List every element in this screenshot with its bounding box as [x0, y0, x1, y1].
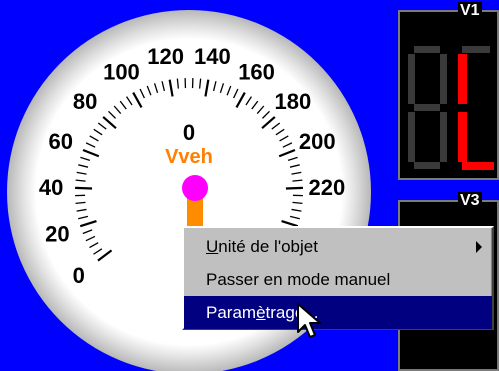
gauge-scale-label: 20 [45, 221, 69, 246]
arrow-pointer-icon [297, 303, 321, 338]
gauge-scale-label: 40 [39, 175, 63, 200]
gauge-major-tick [75, 186, 93, 190]
menu-item-label: Unité de l'objet [206, 237, 318, 256]
gauge-scale-label: 80 [73, 89, 97, 114]
menu-item-manual-mode[interactable]: Passer en mode manuel [184, 263, 492, 296]
display-panel-v1: V1 [398, 2, 499, 180]
gauge-scale-label: 220 [309, 175, 346, 200]
gauge-current-value: 0 [183, 120, 195, 145]
display-panel-title: V3 [458, 192, 482, 210]
gauge-scale-label: 60 [48, 129, 72, 154]
gauge-pivot [182, 175, 208, 201]
gauge-unit-label: Vveh [165, 146, 213, 168]
menu-item-label: Passer en mode manuel [206, 270, 391, 289]
seven-segment-digits [408, 46, 494, 170]
gauge-scale-label: 160 [238, 60, 275, 85]
gauge-scale-label: 140 [194, 44, 231, 69]
context-menu: Unité de l'objet Passer en mode manuel P… [182, 226, 494, 330]
menu-item-settings[interactable]: Paramètrage... [184, 296, 492, 329]
gauge-scale-label: 200 [299, 129, 336, 154]
gauge-scale-label: 120 [147, 44, 184, 69]
gauge-major-tick [285, 186, 303, 190]
gauge-scale-label: 180 [275, 89, 312, 114]
submenu-arrow-icon [476, 240, 482, 253]
menu-item-object-unit[interactable]: Unité de l'objet [184, 230, 492, 263]
gauge-scale-label: 100 [103, 60, 140, 85]
gauge-scale-label: 0 [73, 263, 85, 288]
